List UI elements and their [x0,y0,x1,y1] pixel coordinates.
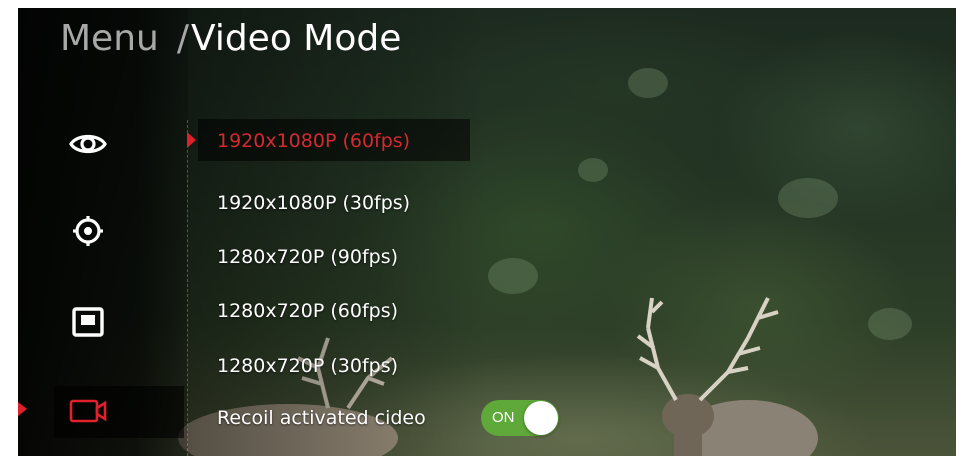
selection-marker [187,132,196,148]
sidebar-item-reticle[interactable] [66,209,110,253]
video-mode-option[interactable]: 1920x1080P (60fps) [217,130,410,152]
video-camera-icon [69,399,107,423]
breadcrumb-root[interactable]: Menu [60,18,159,59]
eye-icon [69,134,107,154]
video-mode-option[interactable]: 1920x1080P (30fps) [217,192,410,214]
recoil-video-label: Recoil activated cideo [217,407,426,429]
foliage-detail [778,178,838,218]
toggle-state-label: ON [492,409,515,426]
menu-divider [187,120,188,456]
video-mode-option[interactable]: 1280x720P (90fps) [217,246,398,268]
display-frame-icon [72,307,104,337]
toggle-knob [524,401,558,435]
sidebar-item-display[interactable] [66,300,110,344]
crosshair-icon [73,216,103,246]
foliage-detail [628,68,668,98]
elk-image [636,297,818,456]
viewfinder-screen: Menu/Video Mode 1920x1080P (60fps) 1920x… [18,8,956,456]
sidebar-item-video[interactable] [66,389,110,433]
recoil-video-toggle[interactable]: ON [481,400,559,436]
video-mode-option[interactable]: 1280x720P (30fps) [217,355,398,377]
video-mode-option[interactable]: 1280x720P (60fps) [217,300,398,322]
foliage-detail [578,158,608,182]
menu-backdrop [188,8,488,456]
foliage-detail [488,258,538,294]
breadcrumb-separator: / [176,18,189,59]
sidebar-item-view[interactable] [66,122,110,166]
foliage-detail [868,308,912,340]
sidebar-active-marker [18,402,27,416]
breadcrumb: Menu /Video Mode [60,18,401,59]
page-title: Video Mode [190,18,402,59]
